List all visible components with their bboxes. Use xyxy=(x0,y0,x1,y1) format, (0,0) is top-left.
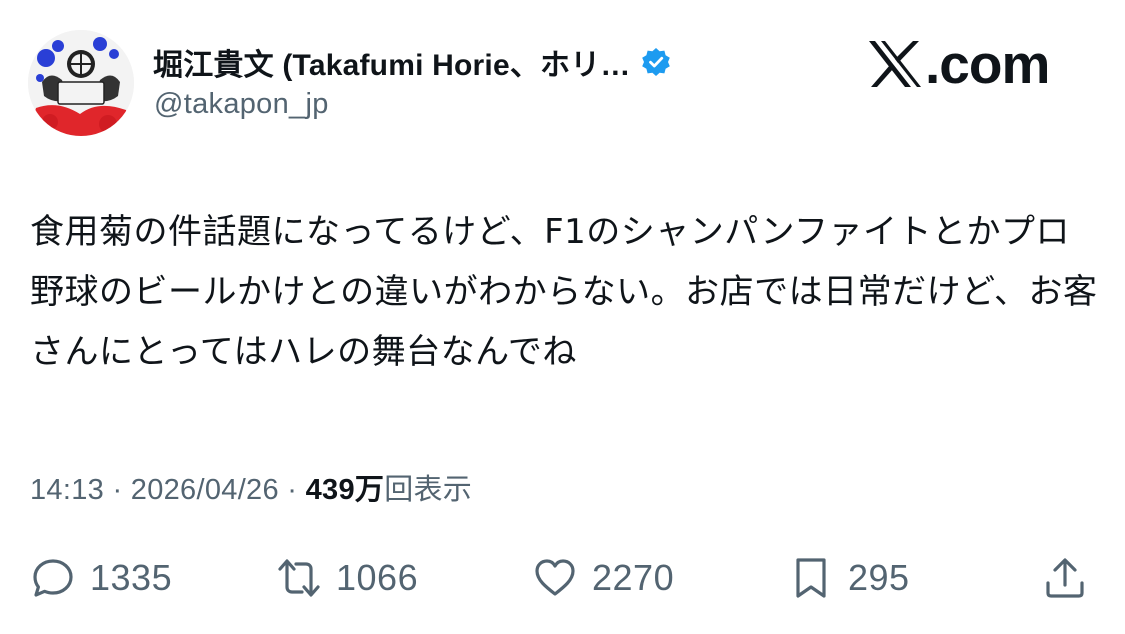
heart-icon xyxy=(535,559,575,596)
reply-button[interactable]: 1335 xyxy=(30,550,172,606)
x-logo-icon xyxy=(869,41,921,87)
avatar[interactable] xyxy=(28,30,134,136)
author-display-name[interactable]: 堀江貴文 (Takafumi Horie、ホリ… xyxy=(153,40,631,84)
repost-icon xyxy=(278,559,320,597)
share-icon xyxy=(1046,558,1084,598)
tweet-date[interactable]: 2026/04/26 xyxy=(131,474,279,506)
views-label: 回表示 xyxy=(384,474,473,506)
reply-icon xyxy=(33,559,73,597)
like-count: 2270 xyxy=(592,557,675,598)
author-name-row[interactable]: 堀江貴文 (Takafumi Horie、ホリ… xyxy=(153,40,671,84)
repost-count: 1066 xyxy=(336,557,419,598)
meta-separator: · xyxy=(112,474,123,506)
author-handle[interactable]: @takapon_jp xyxy=(154,88,329,121)
views-count[interactable]: 439万 xyxy=(306,474,385,506)
bookmark-count: 295 xyxy=(848,557,910,598)
brand-domain: .com xyxy=(925,33,1050,95)
reply-count: 1335 xyxy=(90,557,173,598)
share-button[interactable] xyxy=(1042,550,1088,606)
meta-separator: · xyxy=(287,474,298,506)
tweet-text: 食用菊の件話題になってるけど、F1のシャンパンファイトとかプロ野球のビールかけと… xyxy=(30,212,1098,372)
like-button[interactable]: 2270 xyxy=(532,550,674,606)
action-bar: 1335 1066 2270 295 xyxy=(30,550,1100,606)
bookmark-icon xyxy=(796,558,826,598)
repost-button[interactable]: 1066 xyxy=(276,550,418,606)
brand-logo: .com xyxy=(867,32,1050,96)
bookmark-button[interactable]: 295 xyxy=(788,550,910,606)
tweet-meta: 14:13 · 2026/04/26 · 439万回表示 xyxy=(30,466,472,508)
verified-badge-icon xyxy=(641,47,671,77)
tweet-time[interactable]: 14:13 xyxy=(30,474,104,506)
